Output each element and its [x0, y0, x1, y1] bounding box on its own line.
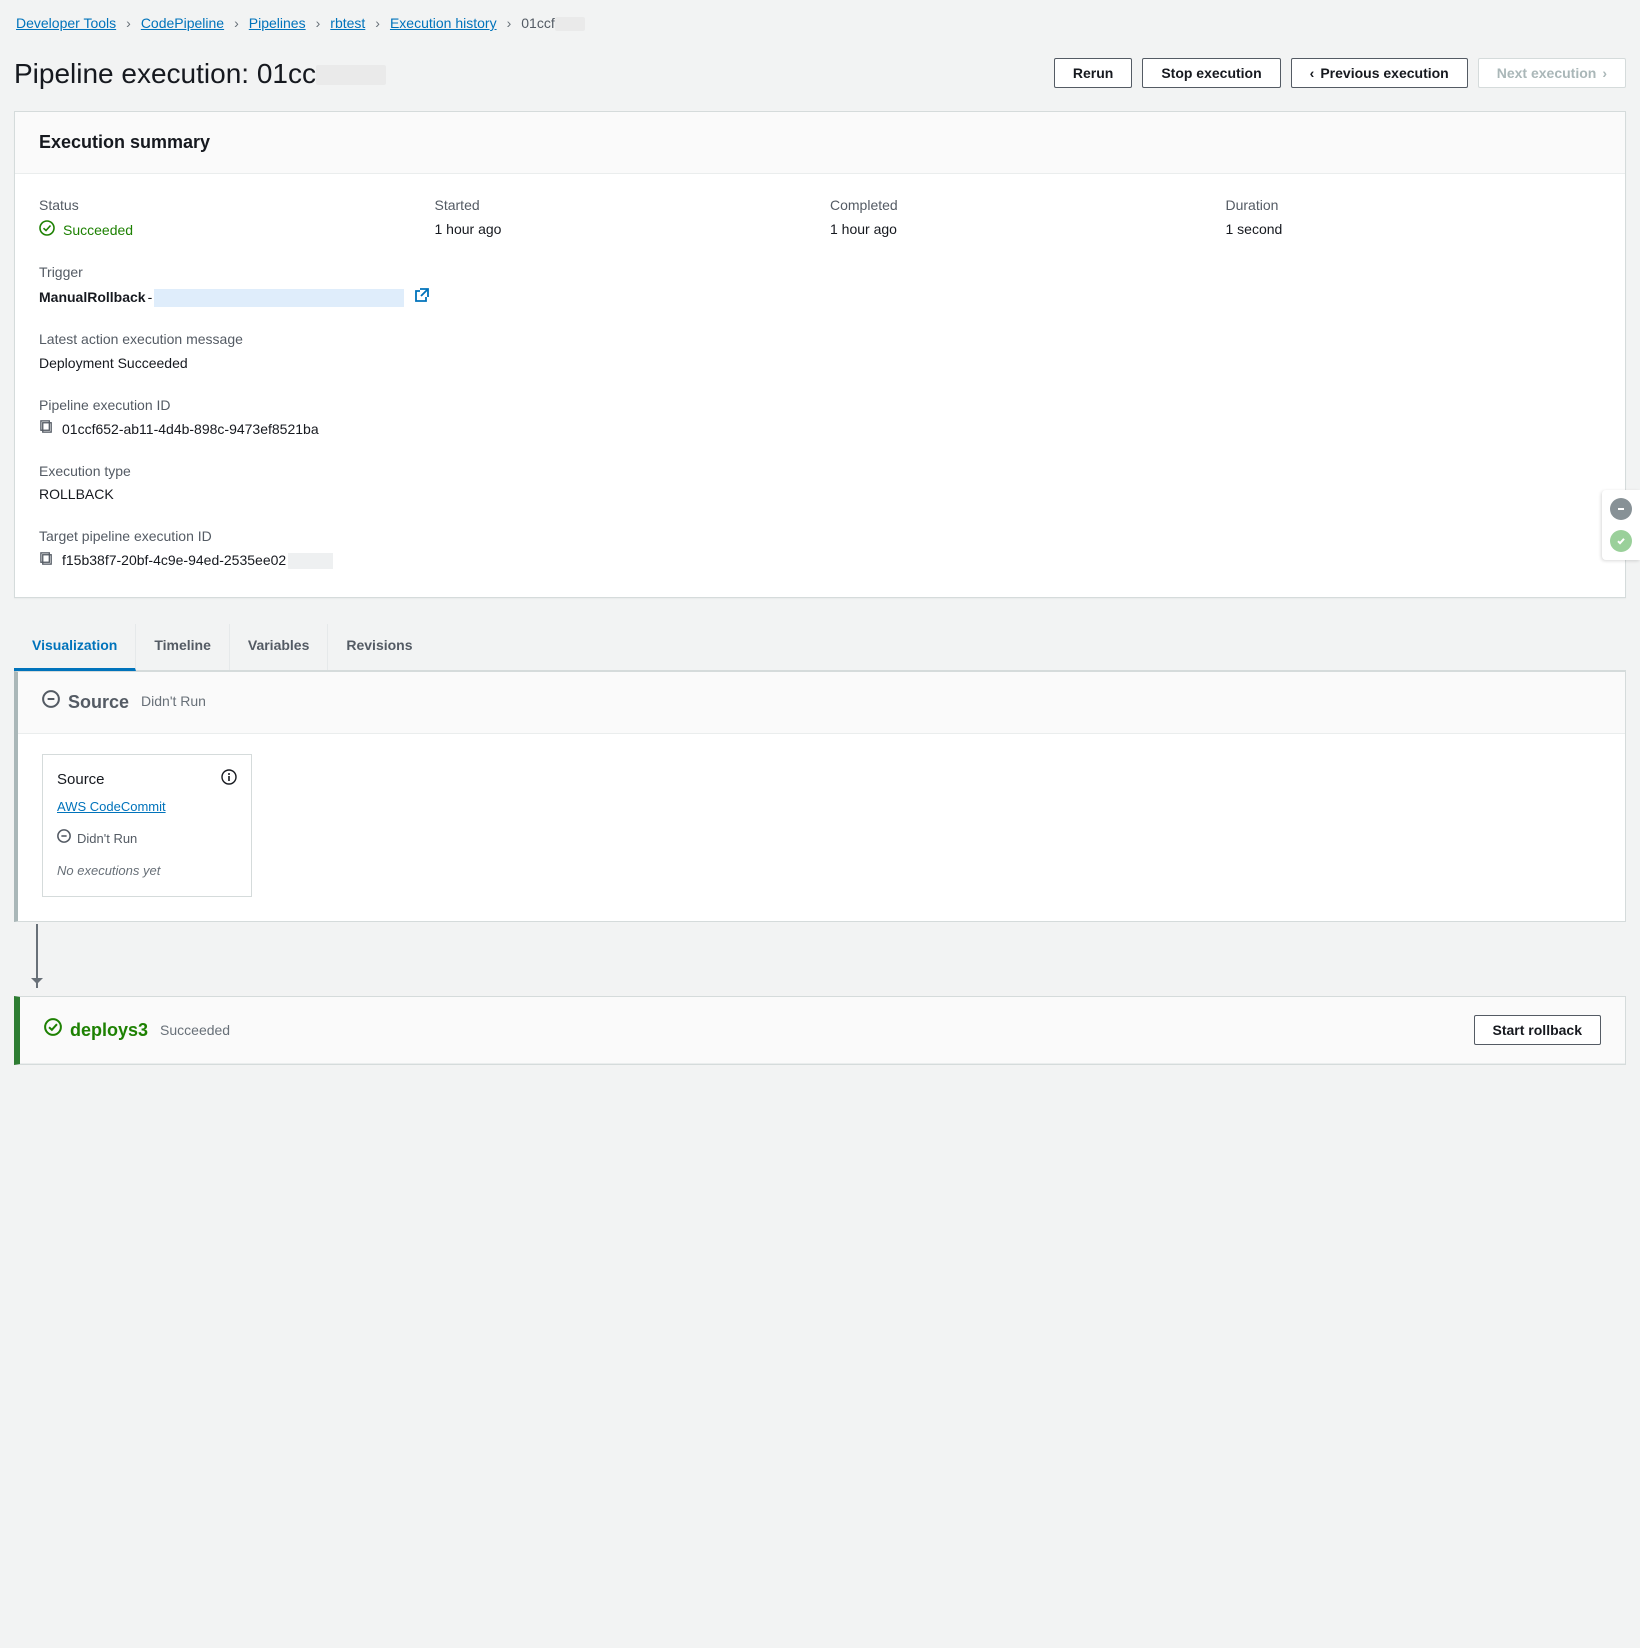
- page-title-text: Pipeline execution: 01cc: [14, 58, 316, 89]
- trigger-type: ManualRollback: [39, 288, 146, 308]
- redacted-text: [288, 553, 333, 569]
- check-circle-icon[interactable]: [1610, 530, 1632, 552]
- tab-revisions[interactable]: Revisions: [328, 624, 430, 670]
- redacted-text: [555, 17, 585, 31]
- action-status: Didn't Run: [77, 830, 137, 848]
- minus-circle-icon[interactable]: [1610, 498, 1632, 520]
- next-execution-button: Next execution ›: [1478, 58, 1626, 88]
- message-label: Latest action execution message: [39, 330, 1601, 350]
- provider-link[interactable]: AWS CodeCommit: [57, 798, 166, 816]
- info-icon[interactable]: [221, 769, 237, 791]
- didnt-run-icon: [42, 690, 60, 715]
- trigger-label: Trigger: [39, 263, 1601, 283]
- action-card-source: Source AWS CodeCommit Didn't Run No exec…: [42, 754, 252, 898]
- exec-type-label: Execution type: [39, 462, 1601, 482]
- target-exec-id-value: f15b38f7-20bf-4c9e-94ed-2535ee02: [62, 551, 333, 571]
- completed-label: Completed: [830, 196, 1206, 216]
- floating-status-widget: [1602, 490, 1640, 560]
- stage-source-status: Didn't Run: [141, 692, 206, 712]
- chevron-right-icon: ›: [316, 14, 321, 34]
- status-label: Status: [39, 196, 415, 216]
- chevron-right-icon: ›: [375, 14, 380, 34]
- crumb-exec-history[interactable]: Execution history: [390, 14, 497, 34]
- action-title: Source: [57, 769, 105, 790]
- stage-deploy-title: deploys3: [70, 1018, 148, 1043]
- detail-tabs: Visualization Timeline Variables Revisio…: [14, 624, 1626, 671]
- copy-icon[interactable]: [39, 419, 54, 440]
- chevron-right-icon: ›: [126, 14, 131, 34]
- action-note: No executions yet: [57, 862, 237, 880]
- success-icon: [44, 1018, 62, 1043]
- tab-visualization[interactable]: Visualization: [14, 624, 136, 671]
- previous-execution-button[interactable]: ‹ Previous execution: [1291, 58, 1468, 88]
- trigger-separator: -: [148, 288, 153, 308]
- crumb-current: 01ccf: [521, 14, 584, 34]
- exec-type-value: ROLLBACK: [39, 485, 1601, 505]
- action-buttons: Rerun Stop execution ‹ Previous executio…: [1054, 58, 1626, 88]
- crumb-rbtest[interactable]: rbtest: [330, 14, 365, 34]
- chevron-left-icon: ‹: [1310, 65, 1315, 81]
- target-exec-id-label: Target pipeline execution ID: [39, 527, 1601, 547]
- tab-timeline[interactable]: Timeline: [136, 624, 230, 670]
- crumb-current-text: 01ccf: [521, 15, 554, 31]
- copy-icon[interactable]: [39, 551, 54, 572]
- didnt-run-icon: [57, 829, 71, 848]
- started-value: 1 hour ago: [435, 220, 811, 240]
- chevron-right-icon: ›: [507, 14, 512, 34]
- stage-connector-arrow: [36, 924, 38, 988]
- start-rollback-button[interactable]: Start rollback: [1474, 1015, 1601, 1045]
- breadcrumb: Developer Tools › CodePipeline › Pipelin…: [14, 10, 1626, 44]
- crumb-codepipeline[interactable]: CodePipeline: [141, 14, 224, 34]
- rerun-button[interactable]: Rerun: [1054, 58, 1132, 88]
- panel-title: Execution summary: [15, 112, 1625, 174]
- duration-value: 1 second: [1226, 220, 1602, 240]
- exec-id-value: 01ccf652-ab11-4d4b-898c-9473ef8521ba: [62, 420, 319, 440]
- chevron-right-icon: ›: [1602, 65, 1607, 81]
- tab-variables[interactable]: Variables: [230, 624, 329, 670]
- crumb-developer-tools[interactable]: Developer Tools: [16, 14, 116, 34]
- target-exec-id-text: f15b38f7-20bf-4c9e-94ed-2535ee02: [62, 552, 286, 568]
- completed-value: 1 hour ago: [830, 220, 1206, 240]
- redacted-text: [316, 65, 386, 85]
- page-title: Pipeline execution: 01cc: [14, 54, 386, 93]
- execution-summary-panel: Execution summary Status Succeeded Start…: [14, 111, 1626, 598]
- external-link-icon[interactable]: [414, 287, 430, 309]
- redacted-link: [154, 289, 404, 307]
- started-label: Started: [435, 196, 811, 216]
- exec-id-label: Pipeline execution ID: [39, 396, 1601, 416]
- next-execution-label: Next execution: [1497, 65, 1597, 81]
- success-icon: [39, 220, 55, 242]
- status-value: Succeeded: [63, 221, 133, 241]
- previous-execution-label: Previous execution: [1320, 65, 1448, 81]
- stage-deploy-status: Succeeded: [160, 1021, 230, 1041]
- chevron-right-icon: ›: [234, 14, 239, 34]
- message-value: Deployment Succeeded: [39, 354, 1601, 374]
- stage-source-title: Source: [68, 690, 129, 715]
- stop-execution-button[interactable]: Stop execution: [1142, 58, 1280, 88]
- stage-deploys3: deploys3 Succeeded Start rollback: [14, 996, 1626, 1065]
- stage-source: Source Didn't Run Source AWS CodeCommit: [14, 671, 1626, 923]
- duration-label: Duration: [1226, 196, 1602, 216]
- crumb-pipelines[interactable]: Pipelines: [249, 14, 306, 34]
